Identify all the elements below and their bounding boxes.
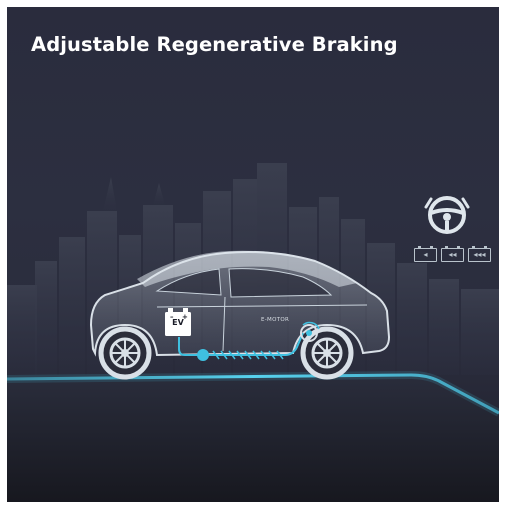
regen-level-indicators: ◂ ◂◂ ◂◂◂ (414, 246, 491, 262)
hero-panel: – + Adjustable Regenerative Braking EV E… (7, 7, 499, 502)
regen-level-2-icon: ◂◂ (441, 246, 464, 262)
regen-level-3-icon: ◂◂◂ (468, 246, 491, 262)
front-wheel (300, 326, 354, 380)
page-title: Adjustable Regenerative Braking (31, 33, 398, 56)
regen-level-1-icon: ◂ (414, 246, 437, 262)
e-motor-label: E-MOTOR (261, 317, 290, 323)
battery-label: EV (172, 318, 184, 327)
rear-wheel (98, 326, 152, 380)
steering-wheel-paddle-icon (424, 196, 470, 234)
